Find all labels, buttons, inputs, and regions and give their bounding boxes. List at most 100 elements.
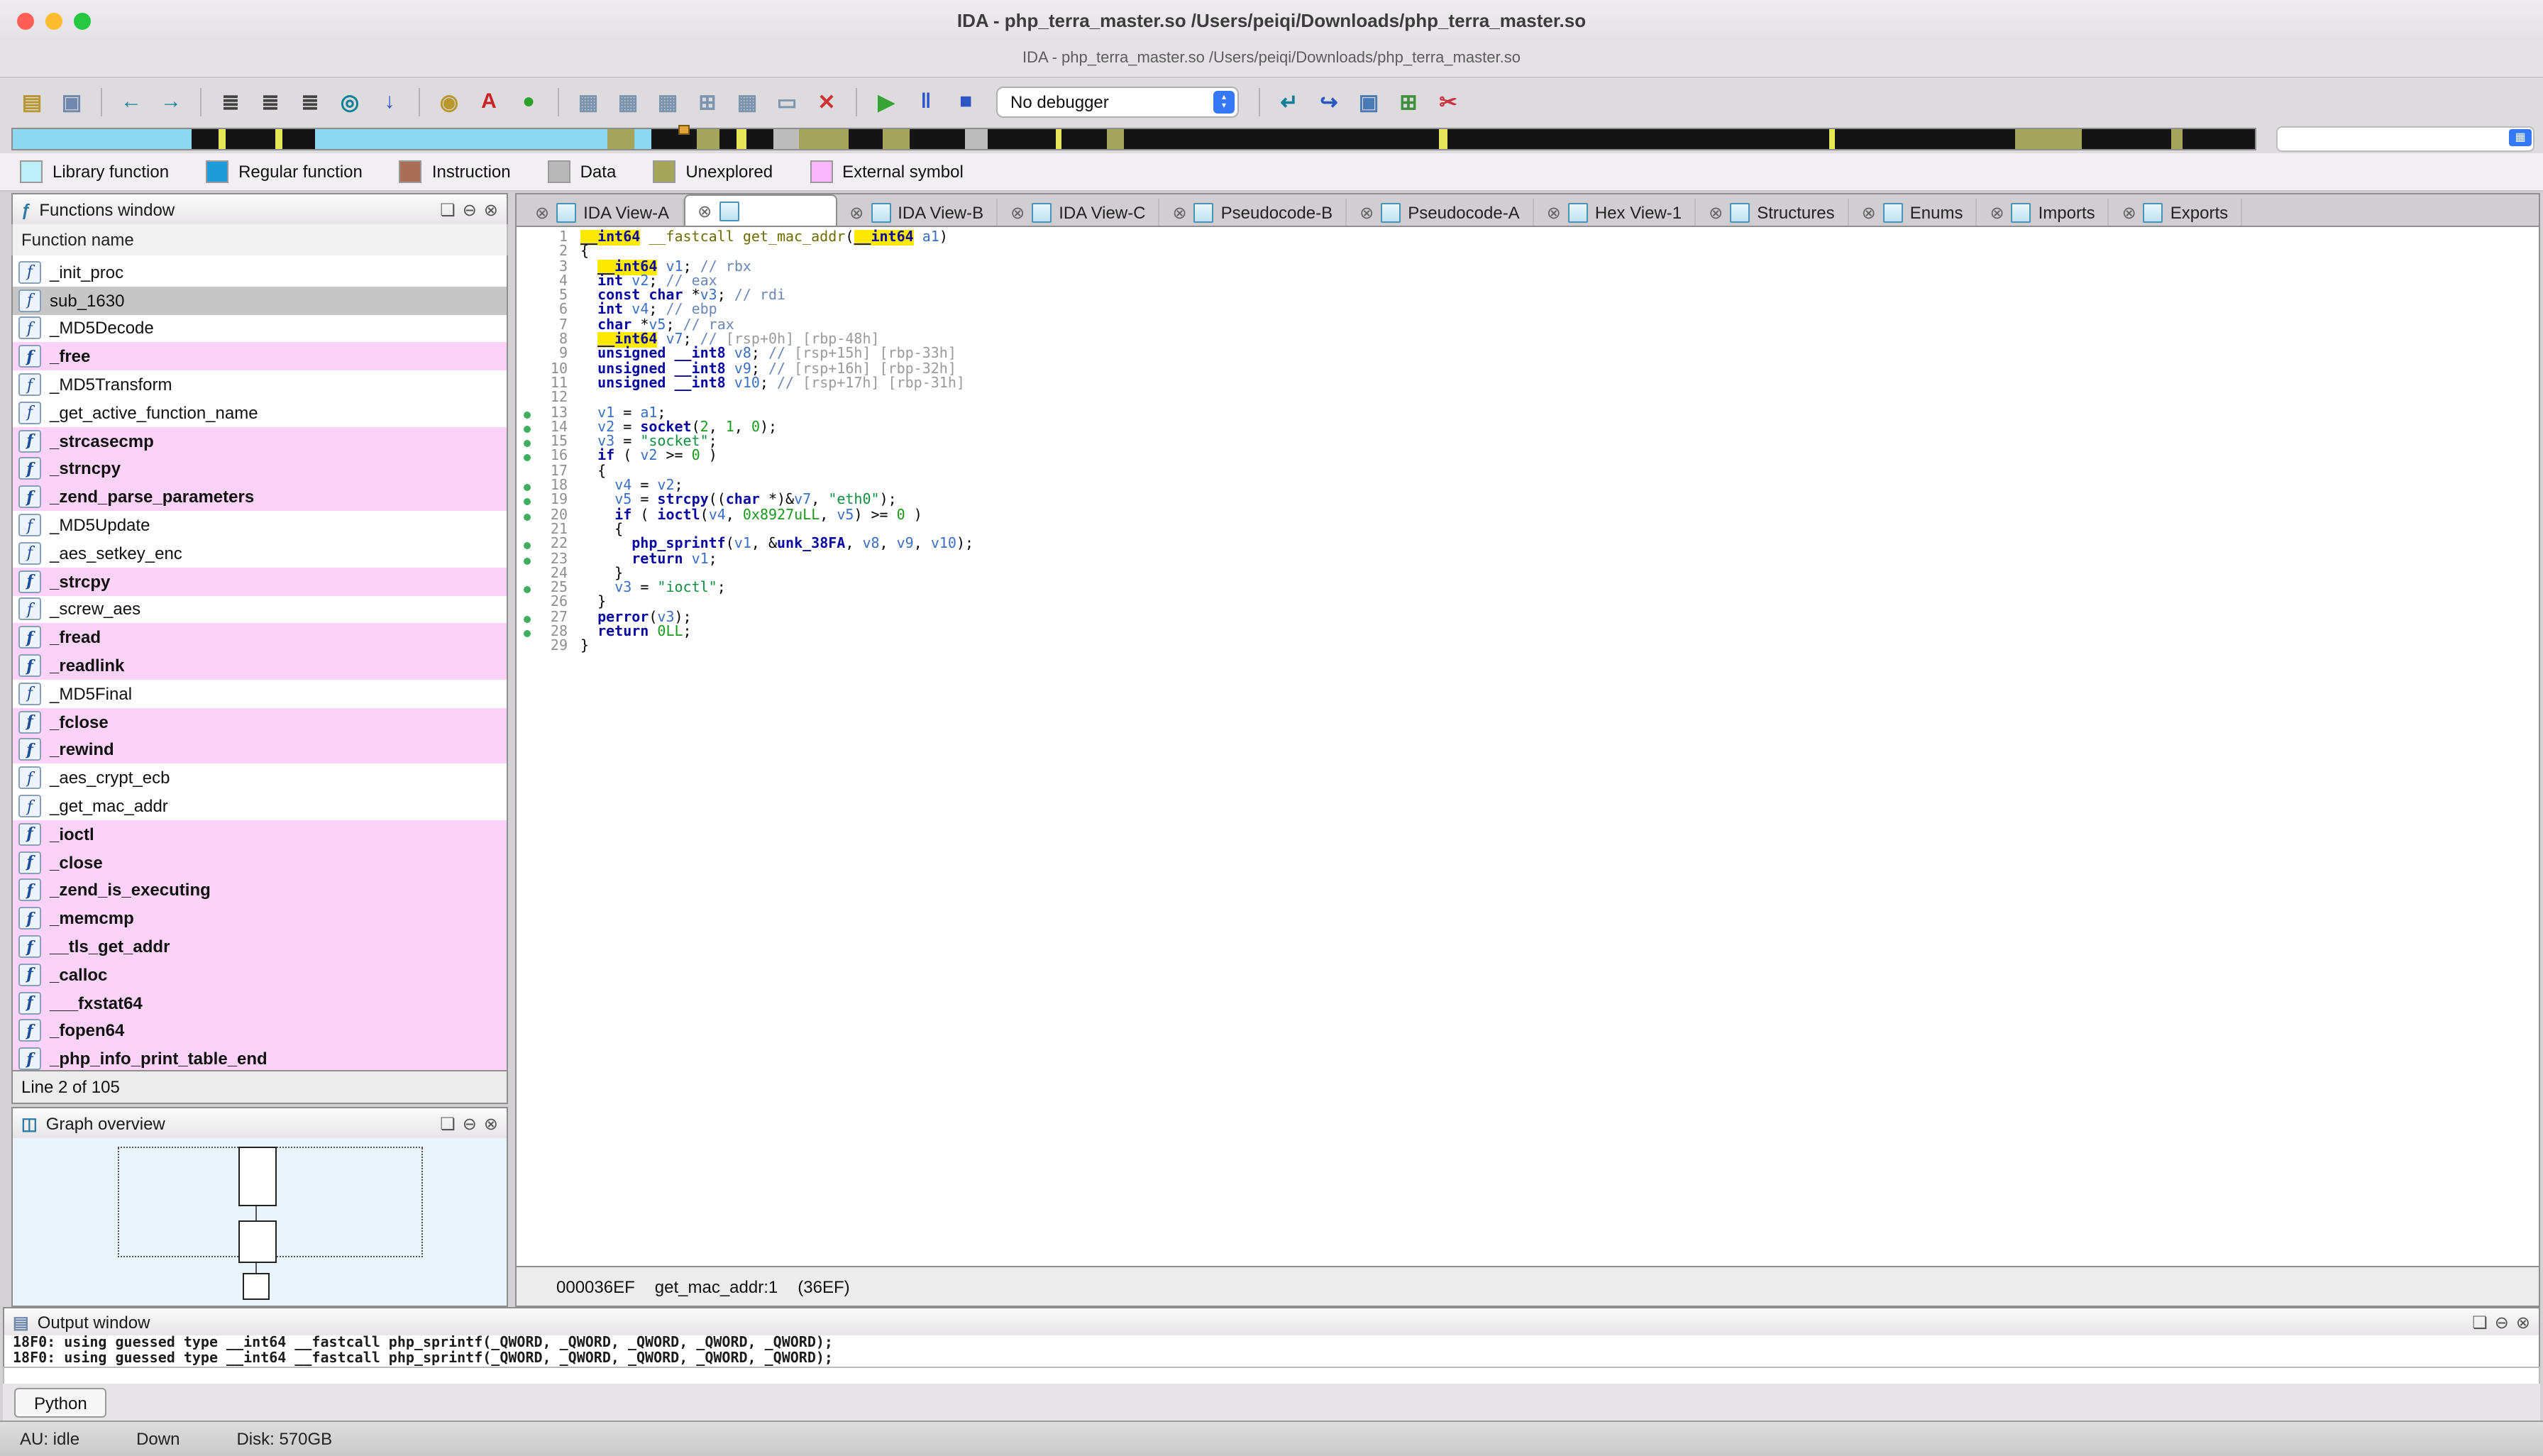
create-function-icon[interactable]: ⊞ (690, 86, 725, 117)
function-row[interactable]: f_zend_parse_parameters (13, 483, 507, 512)
breakpoint-dot[interactable] (524, 630, 531, 637)
code-line[interactable]: 3 __int64 v1; // rbx (517, 260, 2539, 275)
code-line[interactable]: 12 (517, 392, 2539, 407)
function-row[interactable]: f_strncpy (13, 455, 507, 483)
restore-icon[interactable]: ❏ (2472, 1313, 2488, 1333)
function-row[interactable]: fsub_1630 (13, 287, 507, 315)
search-input[interactable] (2283, 128, 2502, 150)
code-line[interactable]: 9 unsigned __int8 v8; // [rsp+15h] [rbp-… (517, 348, 2539, 363)
breakpoint-dot[interactable] (524, 440, 531, 447)
function-row[interactable]: f_MD5Transform (13, 370, 507, 399)
jump-down-icon[interactable]: ↓ (372, 86, 407, 117)
code-line[interactable]: 6 int v4; // ebp (517, 304, 2539, 319)
breakpoint-icon[interactable]: ✂ (1430, 86, 1466, 117)
forward-icon[interactable]: → (153, 86, 189, 117)
tab-close-icon[interactable]: ⊗ (1173, 203, 1187, 223)
float-icon[interactable]: ⊖ (463, 200, 477, 220)
tab-structures[interactable]: ⊗Structures (1696, 199, 1849, 227)
code-line[interactable]: 11 unsigned __int8 v10; // [rsp+17h] [rb… (517, 377, 2539, 392)
code-line[interactable]: 23 return v1; (517, 553, 2539, 568)
float-icon[interactable]: ⊖ (463, 1114, 477, 1134)
function-row[interactable]: f_MD5Update (13, 511, 507, 539)
tab-close-icon[interactable]: ⊗ (1547, 203, 1561, 223)
function-row[interactable]: f_MD5Final (13, 680, 507, 708)
breakpoint-dot[interactable] (524, 586, 531, 593)
save-icon[interactable]: ▣ (54, 86, 89, 117)
code-line[interactable]: 14 v2 = socket(2, 1, 0); (517, 421, 2539, 436)
breakpoint-dot[interactable] (524, 499, 531, 506)
graph-overview-canvas[interactable] (11, 1138, 508, 1307)
zoom-button[interactable] (74, 13, 91, 30)
breakpoint-dot[interactable] (524, 513, 531, 520)
debugger-stepper-icon[interactable]: ▴▾ (1213, 90, 1235, 113)
code-line[interactable]: 26 } (517, 597, 2539, 612)
stop-process-icon[interactable]: ■ (948, 86, 983, 117)
function-row[interactable]: f_calloc (13, 961, 507, 989)
code-line[interactable]: 2{ (517, 246, 2539, 261)
debugger-select[interactable]: No debugger▴▾ (996, 86, 1239, 117)
close-icon[interactable]: ⊗ (484, 1114, 498, 1134)
tab-pseudocode-b[interactable]: ⊗Pseudocode-B (1160, 199, 1347, 227)
tab-close-icon[interactable]: ⊗ (1359, 203, 1374, 223)
breakpoint-dot[interactable] (524, 426, 531, 433)
text-view-icon[interactable]: A (471, 86, 507, 117)
tab-ida-view-b[interactable]: ⊗IDA View-B (837, 199, 998, 227)
jump-name-icon[interactable]: ≣ (292, 86, 328, 117)
function-row[interactable]: f___fxstat64 (13, 988, 507, 1017)
tab-close-icon[interactable]: ⊗ (1709, 203, 1723, 223)
float-icon[interactable]: ⊖ (2495, 1313, 2509, 1333)
output-log[interactable]: 18F0: using guessed type __int64 __fastc… (3, 1335, 2540, 1371)
close-icon[interactable]: ⊗ (2516, 1313, 2530, 1333)
attach-icon[interactable]: ↵ (1272, 86, 1307, 117)
tab-close-icon[interactable]: ⊗ (535, 203, 549, 223)
pause-process-icon[interactable]: ‖ (908, 86, 944, 117)
code-line[interactable]: 13 v1 = a1; (517, 407, 2539, 421)
tab-pseudocode-a[interactable]: ⊗Pseudocode-A (1347, 199, 1534, 227)
tab-enums[interactable]: ⊗Enums (1849, 199, 1977, 227)
function-row[interactable]: f_zend_is_executing (13, 876, 507, 905)
code-line[interactable]: 5 const char *v3; // rdi (517, 289, 2539, 304)
tab-ida-view-a[interactable]: ⊗IDA View-A (522, 199, 683, 227)
function-row[interactable]: f_aes_setkey_enc (13, 539, 507, 568)
function-row[interactable]: f_ioctl (13, 820, 507, 849)
search-box[interactable]: ▦ (2276, 126, 2534, 152)
start-process-icon[interactable]: ▶ (868, 86, 904, 117)
step-into-icon[interactable]: ↪ (1311, 86, 1347, 117)
back-icon[interactable]: ← (114, 86, 149, 117)
code-line[interactable]: 16 if ( v2 >= 0 ) (517, 451, 2539, 465)
close-icon[interactable]: ⊗ (484, 200, 498, 220)
function-row[interactable]: f_get_active_function_name (13, 399, 507, 427)
debugger-windows-icon[interactable]: ▣ (1351, 86, 1386, 117)
python-button[interactable]: Python (14, 1388, 107, 1418)
tab-active-view[interactable]: ⊗ (683, 194, 837, 227)
window-list-icon[interactable]: ▭ (769, 86, 805, 117)
restore-icon[interactable]: ❏ (440, 1114, 456, 1134)
tab-close-icon[interactable]: ⊗ (1990, 203, 2004, 223)
code-line[interactable]: 25 v3 = "ioctl"; (517, 582, 2539, 597)
code-line[interactable]: 29} (517, 641, 2539, 656)
function-row[interactable]: f_MD5Decode (13, 314, 507, 343)
jump-address-icon[interactable]: ◎ (332, 86, 368, 117)
function-row[interactable]: f_fclose (13, 708, 507, 737)
code-line[interactable]: 27 perror(v3); (517, 611, 2539, 626)
code-line[interactable]: 4 int v2; // eax (517, 275, 2539, 290)
close-button[interactable] (17, 13, 34, 30)
function-row[interactable]: f_get_mac_addr (13, 792, 507, 820)
code-line[interactable]: 17 { (517, 465, 2539, 480)
xref-from-icon[interactable]: ▦ (570, 86, 606, 117)
function-row[interactable]: f_strcpy (13, 568, 507, 596)
pseudocode-view[interactable]: 1__int64 __fastcall get_mac_addr(__int64… (515, 226, 2540, 1269)
function-row[interactable]: f_php_info_print_table_end (13, 1045, 507, 1073)
function-row[interactable]: f_free (13, 343, 507, 371)
breakpoint-dot[interactable] (524, 542, 531, 549)
code-line[interactable]: 22 php_sprintf(v1, &unk_38FA, v8, v9, v1… (517, 538, 2539, 553)
code-line[interactable]: 15 v3 = "socket"; (517, 436, 2539, 451)
breakpoint-dot[interactable] (524, 615, 531, 622)
function-row[interactable]: f_rewind (13, 736, 507, 764)
breakpoint-dot[interactable] (524, 455, 531, 462)
function-row[interactable]: f_fopen64 (13, 1017, 507, 1045)
breakpoint-dot[interactable] (524, 411, 531, 418)
function-row[interactable]: f_strcasecmp (13, 427, 507, 456)
function-row[interactable]: f__tls_get_addr (13, 932, 507, 961)
function-row[interactable]: f_screw_aes (13, 595, 507, 624)
